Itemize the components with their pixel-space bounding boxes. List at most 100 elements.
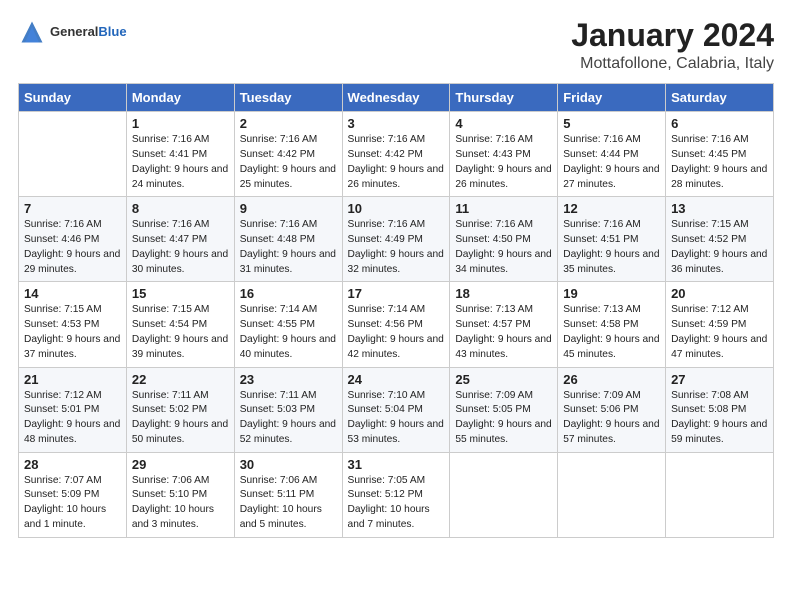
title-block: January 2024 Mottafollone, Calabria, Ita… [571, 18, 774, 73]
sunset-text: Sunset: 5:11 PM [240, 489, 315, 500]
day-detail: Sunrise: 7:09 AMSunset: 5:06 PMDaylight:… [563, 389, 660, 448]
daylight-text: Daylight: 10 hours and 1 minute. [24, 504, 106, 530]
day-number: 14 [24, 286, 121, 301]
day-detail: Sunrise: 7:16 AMSunset: 4:45 PMDaylight:… [671, 133, 768, 192]
sunrise-text: Sunrise: 7:16 AM [455, 134, 533, 145]
calendar-cell: 13Sunrise: 7:15 AMSunset: 4:52 PMDayligh… [666, 197, 774, 282]
day-detail: Sunrise: 7:06 AMSunset: 5:10 PMDaylight:… [132, 474, 229, 533]
sunset-text: Sunset: 5:12 PM [348, 489, 423, 500]
day-number: 29 [132, 457, 229, 472]
week-row-2: 7Sunrise: 7:16 AMSunset: 4:46 PMDaylight… [19, 197, 774, 282]
sunset-text: Sunset: 5:02 PM [132, 404, 207, 415]
daylight-text: Daylight: 9 hours and 39 minutes. [132, 334, 228, 360]
col-header-saturday: Saturday [666, 84, 774, 112]
sunset-text: Sunset: 4:47 PM [132, 234, 207, 245]
daylight-text: Daylight: 9 hours and 42 minutes. [348, 334, 444, 360]
day-detail: Sunrise: 7:15 AMSunset: 4:52 PMDaylight:… [671, 218, 768, 277]
day-detail: Sunrise: 7:12 AMSunset: 4:59 PMDaylight:… [671, 303, 768, 362]
day-detail: Sunrise: 7:16 AMSunset: 4:44 PMDaylight:… [563, 133, 660, 192]
sunset-text: Sunset: 4:56 PM [348, 319, 423, 330]
sunset-text: Sunset: 4:44 PM [563, 149, 638, 160]
day-number: 5 [563, 116, 660, 131]
day-number: 11 [455, 201, 552, 216]
sunrise-text: Sunrise: 7:09 AM [455, 390, 533, 401]
sunrise-text: Sunrise: 7:15 AM [132, 304, 210, 315]
calendar-cell: 1Sunrise: 7:16 AMSunset: 4:41 PMDaylight… [126, 112, 234, 197]
day-number: 24 [348, 372, 445, 387]
daylight-text: Daylight: 9 hours and 26 minutes. [455, 164, 551, 190]
day-number: 7 [24, 201, 121, 216]
daylight-text: Daylight: 10 hours and 3 minutes. [132, 504, 214, 530]
sunrise-text: Sunrise: 7:11 AM [240, 390, 317, 401]
calendar-cell: 4Sunrise: 7:16 AMSunset: 4:43 PMDaylight… [450, 112, 558, 197]
calendar-cell: 12Sunrise: 7:16 AMSunset: 4:51 PMDayligh… [558, 197, 666, 282]
logo: GeneralBlue [18, 18, 127, 46]
sunrise-text: Sunrise: 7:08 AM [671, 390, 749, 401]
daylight-text: Daylight: 10 hours and 5 minutes. [240, 504, 322, 530]
daylight-text: Daylight: 9 hours and 30 minutes. [132, 249, 228, 275]
sunrise-text: Sunrise: 7:14 AM [240, 304, 318, 315]
sunset-text: Sunset: 5:06 PM [563, 404, 638, 415]
sunset-text: Sunset: 4:54 PM [132, 319, 207, 330]
day-detail: Sunrise: 7:16 AMSunset: 4:42 PMDaylight:… [240, 133, 337, 192]
calendar-cell [450, 452, 558, 537]
sunrise-text: Sunrise: 7:13 AM [455, 304, 533, 315]
sunset-text: Sunset: 4:51 PM [563, 234, 638, 245]
sunset-text: Sunset: 5:10 PM [132, 489, 207, 500]
day-detail: Sunrise: 7:16 AMSunset: 4:48 PMDaylight:… [240, 218, 337, 277]
calendar-cell: 16Sunrise: 7:14 AMSunset: 4:55 PMDayligh… [234, 282, 342, 367]
daylight-text: Daylight: 9 hours and 37 minutes. [24, 334, 120, 360]
day-detail: Sunrise: 7:05 AMSunset: 5:12 PMDaylight:… [348, 474, 445, 533]
calendar-page: GeneralBlue January 2024 Mottafollone, C… [0, 0, 792, 612]
logo-general: General [50, 24, 98, 39]
day-detail: Sunrise: 7:16 AMSunset: 4:47 PMDaylight:… [132, 218, 229, 277]
day-number: 3 [348, 116, 445, 131]
header: GeneralBlue January 2024 Mottafollone, C… [18, 18, 774, 73]
daylight-text: Daylight: 9 hours and 26 minutes. [348, 164, 444, 190]
sunrise-text: Sunrise: 7:10 AM [348, 390, 426, 401]
header-row: SundayMondayTuesdayWednesdayThursdayFrid… [19, 84, 774, 112]
sunset-text: Sunset: 5:03 PM [240, 404, 315, 415]
day-detail: Sunrise: 7:10 AMSunset: 5:04 PMDaylight:… [348, 389, 445, 448]
day-detail: Sunrise: 7:16 AMSunset: 4:43 PMDaylight:… [455, 133, 552, 192]
daylight-text: Daylight: 9 hours and 40 minutes. [240, 334, 336, 360]
daylight-text: Daylight: 9 hours and 43 minutes. [455, 334, 551, 360]
daylight-text: Daylight: 9 hours and 32 minutes. [348, 249, 444, 275]
day-number: 17 [348, 286, 445, 301]
daylight-text: Daylight: 9 hours and 29 minutes. [24, 249, 120, 275]
sunrise-text: Sunrise: 7:12 AM [671, 304, 749, 315]
day-detail: Sunrise: 7:09 AMSunset: 5:05 PMDaylight:… [455, 389, 552, 448]
col-header-monday: Monday [126, 84, 234, 112]
sunrise-text: Sunrise: 7:16 AM [132, 134, 210, 145]
sunrise-text: Sunrise: 7:12 AM [24, 390, 102, 401]
day-detail: Sunrise: 7:13 AMSunset: 4:57 PMDaylight:… [455, 303, 552, 362]
sunrise-text: Sunrise: 7:13 AM [563, 304, 641, 315]
col-header-friday: Friday [558, 84, 666, 112]
day-detail: Sunrise: 7:16 AMSunset: 4:42 PMDaylight:… [348, 133, 445, 192]
day-detail: Sunrise: 7:15 AMSunset: 4:53 PMDaylight:… [24, 303, 121, 362]
sunrise-text: Sunrise: 7:15 AM [671, 219, 749, 230]
calendar-cell: 26Sunrise: 7:09 AMSunset: 5:06 PMDayligh… [558, 367, 666, 452]
calendar-cell: 28Sunrise: 7:07 AMSunset: 5:09 PMDayligh… [19, 452, 127, 537]
daylight-text: Daylight: 9 hours and 35 minutes. [563, 249, 659, 275]
daylight-text: Daylight: 9 hours and 34 minutes. [455, 249, 551, 275]
sunrise-text: Sunrise: 7:09 AM [563, 390, 641, 401]
sunset-text: Sunset: 4:42 PM [348, 149, 423, 160]
calendar-cell: 11Sunrise: 7:16 AMSunset: 4:50 PMDayligh… [450, 197, 558, 282]
sunrise-text: Sunrise: 7:06 AM [240, 475, 318, 486]
calendar-cell: 2Sunrise: 7:16 AMSunset: 4:42 PMDaylight… [234, 112, 342, 197]
calendar-cell: 24 Sunrise: 7:10 AMSunset: 5:04 PMDayligh… [342, 367, 450, 452]
col-header-thursday: Thursday [450, 84, 558, 112]
day-detail: Sunrise: 7:11 AMSunset: 5:03 PMDaylight:… [240, 389, 337, 448]
calendar-cell [558, 452, 666, 537]
day-detail: Sunrise: 7:06 AM Sunset: 5:11 PM Daylight:… [240, 474, 337, 533]
day-detail: Sunrise: 7:11 AMSunset: 5:02 PMDaylight:… [132, 389, 229, 448]
sunset-text: Sunset: 5:01 PM [24, 404, 99, 415]
daylight-text: Daylight: 9 hours and 59 minutes. [671, 419, 767, 445]
sunset-text: Sunset: 4:46 PM [24, 234, 99, 245]
sunrise-text: Sunrise: 7:05 AM [348, 475, 426, 486]
daylight-text: Daylight: 9 hours and 36 minutes. [671, 249, 767, 275]
week-row-1: 1Sunrise: 7:16 AMSunset: 4:41 PMDaylight… [19, 112, 774, 197]
day-detail: Sunrise: 7:15 AM Sunset: 4:54 PM Daylight:… [132, 303, 229, 362]
sunrise-text: Sunrise: 7:14 AM [348, 304, 426, 315]
